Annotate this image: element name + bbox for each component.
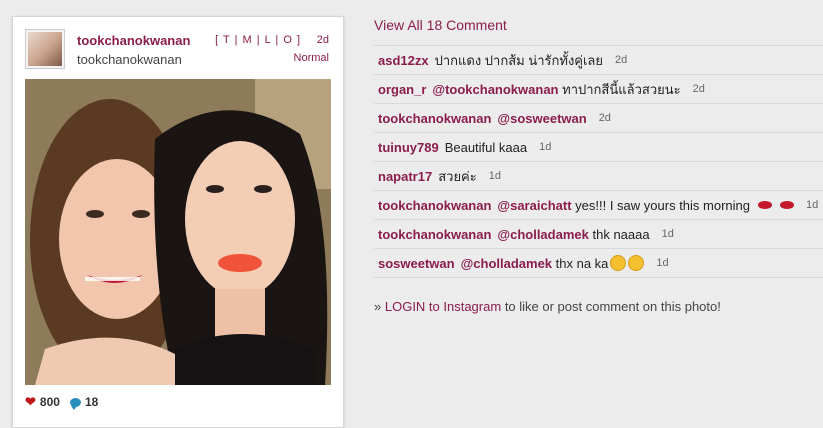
comment-row: tookchanokwanan @cholladamek thk naaaa 1… — [374, 220, 823, 249]
comment-time: 2d — [692, 83, 705, 95]
comment-count: 18 — [84, 395, 99, 409]
comment-row: tookchanokwanan @sosweetwan 2d — [374, 104, 823, 133]
comment-time: 1d — [806, 199, 819, 211]
image-size-links[interactable]: [ T | M | L | O ] — [215, 34, 301, 46]
post-photo[interactable] — [25, 79, 331, 385]
comment-mention[interactable]: @tookchanokwanan — [432, 82, 558, 97]
like-count: 800 — [39, 395, 60, 409]
post-username[interactable]: tookchanokwanan — [77, 33, 190, 48]
post-age: 2d — [316, 34, 329, 46]
comment-user[interactable]: napatr17 — [378, 169, 432, 184]
post-stats: ❤ 800 18 — [25, 394, 98, 410]
comment-row: napatr17 สวยค่ะ 1d — [374, 162, 823, 191]
comment-text: ปากแดง ปากส้ม น่ารักทั้งคู่เลย — [434, 52, 604, 68]
lips-emoji — [780, 201, 794, 209]
comment-user[interactable]: tuinuy789 — [378, 140, 439, 155]
comment-time: 2d — [615, 54, 628, 66]
comment-text: Beautiful kaaa — [444, 139, 528, 155]
login-prefix: » — [374, 299, 382, 314]
view-all-comments-link[interactable]: View All 18 Comment — [374, 17, 507, 33]
comment-text: ทาปากสีนี้แล้วสวยนะ — [562, 81, 681, 97]
login-link[interactable]: LOGIN to Instagram — [385, 299, 501, 314]
login-suffix: to like or post comment on this photo! — [504, 299, 721, 314]
avatar[interactable] — [25, 29, 65, 69]
comment-user[interactable]: tookchanokwanan — [378, 198, 491, 213]
wink-emoji — [628, 255, 645, 271]
comment-list: asd12zx ปากแดง ปากส้ม น่ารักทั้งคู่เลย 2… — [374, 45, 823, 278]
comment-row: tookchanokwanan @saraichatt yes!!! I saw… — [374, 191, 823, 220]
comment-text: thx na ka — [555, 255, 609, 271]
comment-mention[interactable]: @sosweetwan — [497, 111, 586, 126]
comment-user[interactable]: organ_r — [378, 82, 426, 97]
comment-text: yes!!! I saw yours this morning — [575, 197, 750, 213]
comment-row: tuinuy789 Beautiful kaaa 1d — [374, 133, 823, 162]
comment-row: organ_r @tookchanokwanan ทาปากสีนี้แล้วส… — [374, 75, 823, 104]
filter-name: Normal — [293, 52, 329, 64]
comment-text: สวยค่ะ — [438, 168, 477, 184]
comment-time: 2d — [598, 112, 611, 124]
comment-row: asd12zx ปากแดง ปากส้ม น่ารักทั้งคู่เลย 2… — [374, 46, 823, 75]
post-full-name: tookchanokwanan — [77, 52, 182, 67]
wink-emoji — [610, 255, 627, 271]
comment-time: 1d — [539, 141, 552, 153]
comment-mention[interactable]: @saraichatt — [497, 198, 571, 213]
comment-row: sosweetwan @cholladamek thx na ka 1d — [374, 249, 823, 278]
comment-time: 1d — [656, 257, 669, 269]
heart-icon[interactable]: ❤ — [25, 394, 36, 410]
comment-time: 1d — [488, 170, 501, 182]
login-prompt: » LOGIN to Instagram to like or post com… — [374, 299, 721, 314]
comment-user[interactable]: tookchanokwanan — [378, 227, 491, 242]
comment-mention[interactable]: @cholladamek — [497, 227, 588, 242]
post-card: tookchanokwanan tookchanokwanan [ T | M … — [12, 16, 344, 428]
comment-text: thk naaaa — [592, 226, 650, 242]
comment-time: 1d — [661, 228, 674, 240]
comment-mention[interactable]: @cholladamek — [461, 256, 552, 271]
lips-emoji — [758, 201, 772, 209]
comment-user[interactable]: asd12zx — [378, 53, 429, 68]
avatar-image — [28, 32, 62, 66]
comment-bubble-icon[interactable] — [69, 397, 81, 410]
comment-user[interactable]: tookchanokwanan — [378, 111, 491, 126]
comment-user[interactable]: sosweetwan — [378, 256, 455, 271]
